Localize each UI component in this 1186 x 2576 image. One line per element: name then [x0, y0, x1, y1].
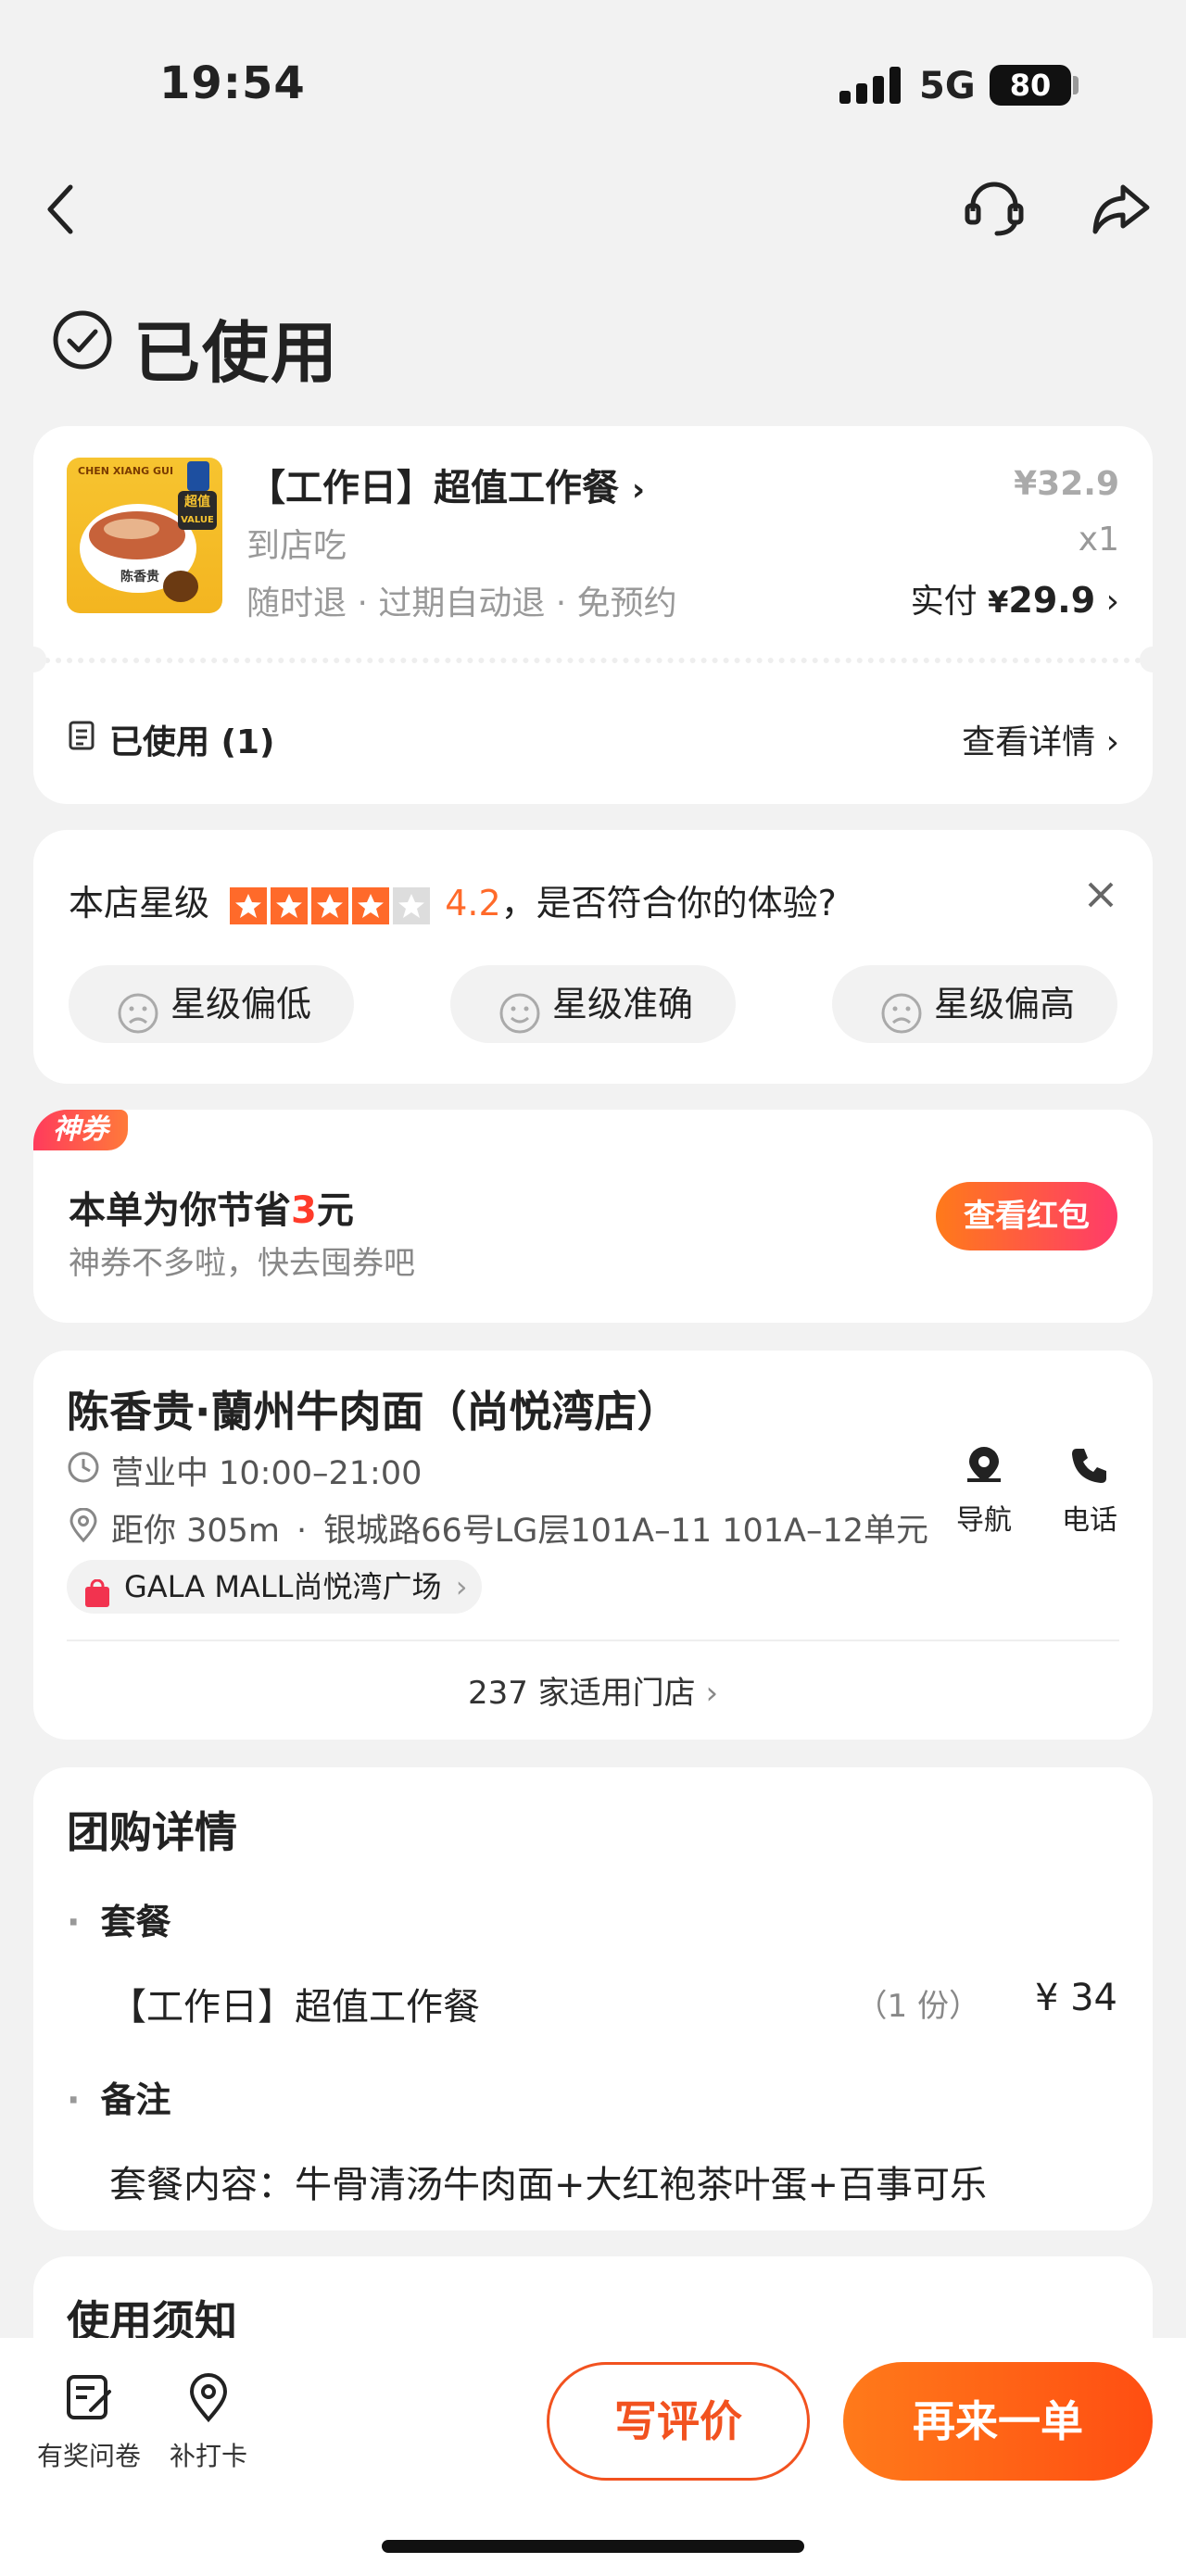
view-coupon-button[interactable]: 查看红包 — [936, 1182, 1117, 1250]
status-time: 19:54 — [159, 57, 306, 109]
ticket-notch-left — [20, 647, 46, 672]
survey-edit-icon — [67, 2375, 111, 2419]
package-item-price: ¥ 34 — [1034, 1977, 1117, 2019]
dotted-divider — [33, 658, 1153, 663]
section-notes: · 备注 — [67, 2080, 171, 2120]
used-count: 已使用 (1) — [109, 723, 275, 761]
rating-card: 本店星级 4.2，是否符合你的体验? 星级偏低 星级准确 星级偏高 — [33, 830, 1153, 1084]
phone-icon — [1072, 1449, 1106, 1483]
deal-title[interactable]: 【工作日】超值工作餐 › — [248, 458, 645, 511]
location-icon — [69, 1507, 98, 1543]
value-badge: 超值 VALUE — [178, 491, 217, 530]
store-card: 陈香贵·蘭州牛肉面（尚悦湾店） 营业中 10:00–21:00 距你 305m ·… — [33, 1351, 1153, 1740]
share-icon[interactable] — [1090, 182, 1151, 237]
signal-icon — [839, 67, 901, 104]
group-detail-card: 团购详情 · 套餐 【工作日】超值工作餐 （1 份） ¥ 34 · 备注 套餐内容：… — [33, 1767, 1153, 2230]
star-icon — [352, 886, 390, 924]
applicable-stores-link[interactable]: 237 家适用门店 › — [33, 1667, 1153, 1713]
divider — [67, 1640, 1119, 1641]
coupon-tag: 神券 — [33, 1110, 128, 1150]
back-icon[interactable] — [41, 182, 82, 237]
chevron-right-icon: › — [705, 1675, 719, 1712]
shopping-bag-icon — [83, 1572, 111, 1607]
order-card: CHEN XIANG GUI 陈香贵 超值 VALUE 【工作日】超值工作餐 ›… — [20, 426, 1166, 804]
egg-shape — [163, 571, 198, 602]
chevron-right-icon: › — [1105, 723, 1119, 761]
reorder-button[interactable]: 再来一单 — [843, 2362, 1153, 2481]
product-image[interactable]: CHEN XIANG GUI 陈香贵 超值 VALUE — [67, 458, 222, 613]
rating-low-button[interactable]: 星级偏低 — [69, 965, 354, 1043]
coupon-savings: 本单为你节省3元 — [69, 1189, 354, 1232]
beef-shape — [104, 519, 159, 539]
star-icon — [230, 886, 268, 924]
customer-service-icon[interactable] — [964, 180, 1025, 239]
network-type: 5G — [919, 65, 976, 107]
home-indicator — [382, 2540, 804, 2553]
product-image-name: 陈香贵 — [120, 570, 159, 584]
store-address-row: 距你 305m · 银城路66号LG层101A–11 101A–12单元 — [111, 1513, 929, 1550]
coupon-card: 神券 本单为你节省3元 神券不多啦，快去囤券吧 查看红包 — [33, 1110, 1153, 1323]
coupon-subtitle: 神券不多啦，快去囤券吧 — [69, 1245, 415, 1282]
battery-nub — [1073, 76, 1079, 94]
clock-icon — [67, 1451, 100, 1484]
rating-score: 4.2 — [445, 883, 501, 924]
group-detail-title: 团购详情 — [67, 1807, 237, 1857]
sad-face-icon — [880, 984, 923, 1062]
check-circle-icon — [52, 309, 113, 371]
store-hours: 营业中 10:00–21:00 — [111, 1455, 423, 1492]
paid-amount[interactable]: 实付 ¥29.9 › — [911, 574, 1119, 622]
section-package: · 套餐 — [67, 1902, 171, 1942]
package-item-qty: （1 份） — [855, 1988, 980, 2025]
quantity: x1 — [1078, 521, 1119, 559]
battery-icon: 80 — [990, 65, 1071, 106]
star-icon — [311, 886, 349, 924]
chevron-right-icon: › — [1105, 583, 1119, 621]
deal-policies: 随时退 · 过期自动退 · 免预约 — [246, 584, 677, 622]
close-icon[interactable] — [1086, 880, 1116, 910]
view-detail-link[interactable]: 查看详情 › — [962, 715, 1119, 763]
rating-accurate-button[interactable]: 星级准确 — [450, 965, 736, 1043]
page-title: 已使用 — [133, 314, 340, 392]
package-item-name: 【工作日】超值工作餐 — [109, 1986, 480, 2029]
document-icon — [69, 721, 95, 750]
product-image-brand: CHEN XIANG GUI — [78, 465, 174, 477]
star-icon — [271, 886, 309, 924]
deal-type: 到店吃 — [246, 527, 347, 565]
ticket-notch-right — [1140, 647, 1166, 672]
navigate-button[interactable]: 导航 — [941, 1443, 1027, 1538]
navigation-icon — [967, 1447, 1001, 1482]
rating-high-button[interactable]: 星级偏高 — [832, 965, 1117, 1043]
store-name[interactable]: 陈香贵·蘭州牛肉面（尚悦湾店） — [67, 1378, 679, 1439]
write-review-button[interactable]: 写评价 — [547, 2362, 810, 2481]
rating-row: 本店星级 4.2，是否符合你的体验? — [69, 883, 837, 924]
notes-text: 套餐内容：牛骨清汤牛肉面+大红袍茶叶蛋+百事可乐 — [109, 2164, 988, 2206]
survey-button[interactable]: 有奖问卷 — [26, 2371, 152, 2473]
call-button[interactable]: 电话 — [1047, 1443, 1132, 1538]
chevron-right-icon: › — [455, 1569, 468, 1604]
star-rating — [230, 883, 434, 924]
location-pin-icon — [189, 2373, 228, 2423]
cola-can — [187, 461, 209, 491]
original-price: ¥32.9 — [1014, 465, 1119, 503]
chevron-right-icon: › — [631, 471, 645, 509]
sad-face-icon — [117, 984, 159, 1062]
mall-tag[interactable]: GALA MALL尚悦湾广场 › — [67, 1560, 483, 1614]
smile-face-icon — [498, 984, 541, 1062]
star-icon — [393, 886, 431, 924]
checkin-button[interactable]: 补打卡 — [158, 2371, 259, 2473]
rating-question: ，是否符合你的体验? — [500, 883, 837, 924]
